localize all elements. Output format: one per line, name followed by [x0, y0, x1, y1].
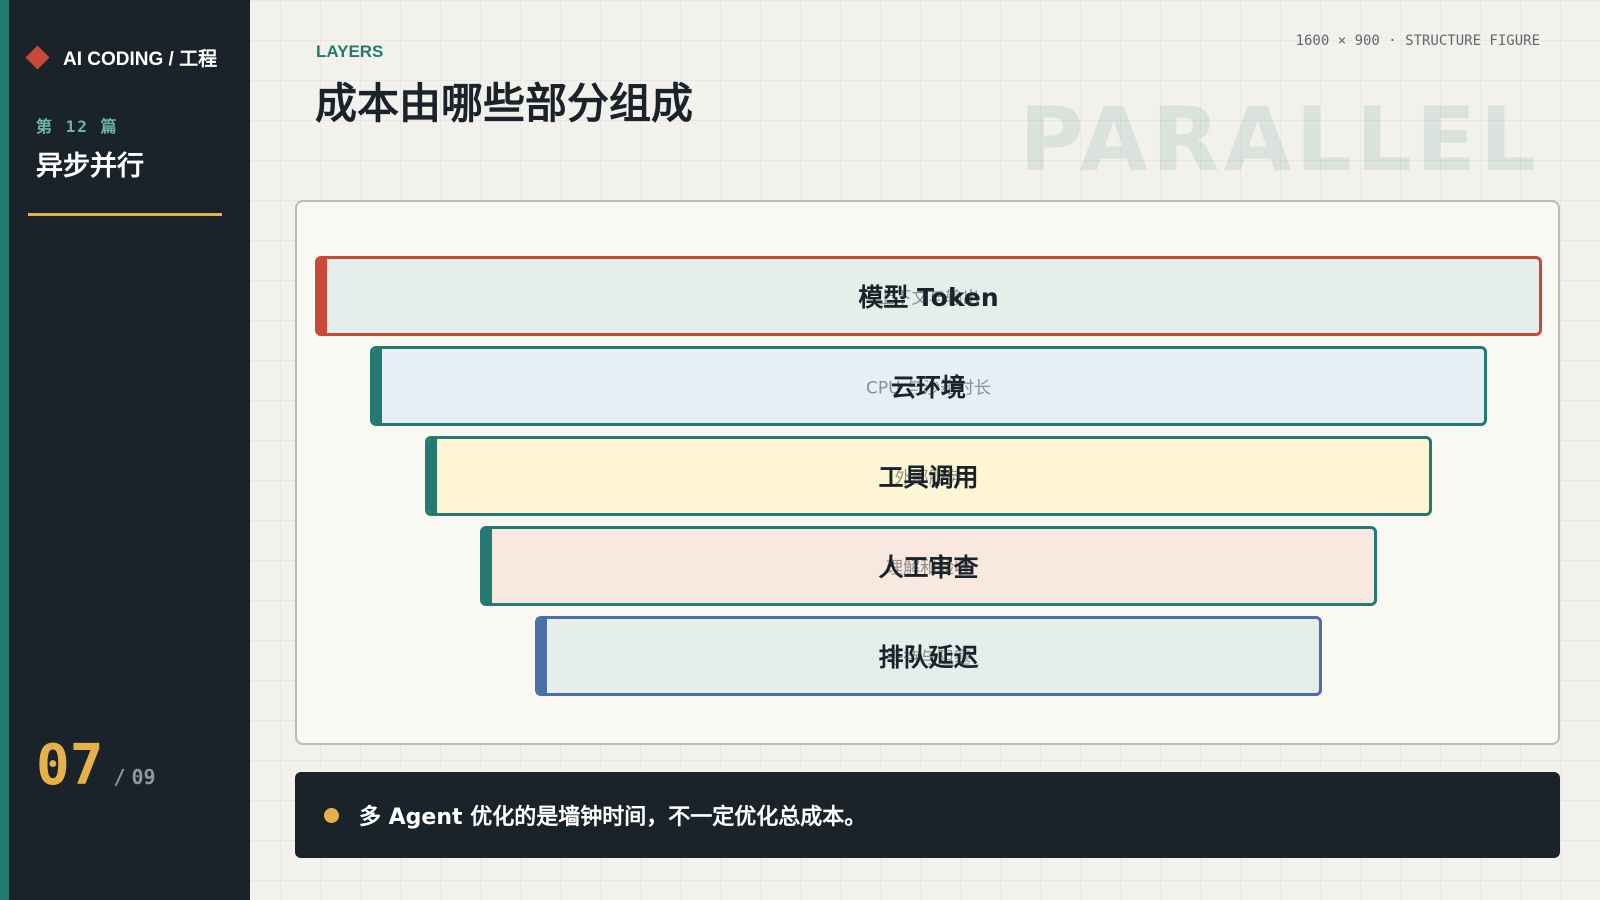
layer-queue-delay: 等待与阻塞 排队延迟 [535, 616, 1322, 696]
issue-title: 异步并行 [36, 151, 144, 182]
figure-meta: 1600 × 900 · STRUCTURE FIGURE [1295, 33, 1540, 49]
sidebar-divider [28, 213, 222, 216]
page-current: 07 [36, 733, 104, 798]
layer-name: 云环境 [890, 373, 966, 402]
callout-text: 多 Agent 优化的是墙钟时间，不一定优化总成本。 [359, 805, 867, 830]
page-counter: 07 / 09 [36, 738, 156, 794]
layer-name: 排队延迟 [878, 643, 979, 672]
layer-tool-calls: 外部服务 工具调用 [425, 436, 1432, 516]
layer-model-token: 上下文与输出 模型 Token [315, 256, 1542, 336]
layer-human-review: 理解和验收 人工审查 [480, 526, 1377, 606]
sidebar-accent-stripe [0, 0, 9, 900]
layer-name: 工具调用 [878, 463, 979, 492]
layer-name: 人工审查 [878, 553, 979, 582]
diamond-logo-icon [25, 45, 50, 70]
diagram-panel: 上下文与输出 模型 Token CPU 与沙箱时长 云环境 外部服务 工具调用 … [295, 200, 1560, 745]
layer-name: 模型 Token [858, 283, 999, 312]
issue-number: 第 12 篇 [36, 117, 119, 136]
brand[interactable]: AI CODING / 工程 [25, 44, 218, 71]
page-total: 09 [131, 765, 156, 789]
takeaway-callout: 多 Agent 优化的是墙钟时间，不一定优化总成本。 [295, 772, 1560, 858]
watermark-text: PARALLEL [1019, 88, 1540, 191]
bullet-dot-icon [324, 807, 339, 823]
sidebar: AI CODING / 工程 第 12 篇 异步并行 07 / 09 [0, 0, 250, 900]
section-eyebrow: LAYERS [316, 42, 384, 61]
brand-title: AI CODING / 工程 [63, 49, 218, 70]
page-title: 成本由哪些部分组成 [315, 79, 694, 128]
layer-cloud-env: CPU 与沙箱时长 云环境 [370, 346, 1487, 426]
page-separator: / [113, 765, 126, 789]
